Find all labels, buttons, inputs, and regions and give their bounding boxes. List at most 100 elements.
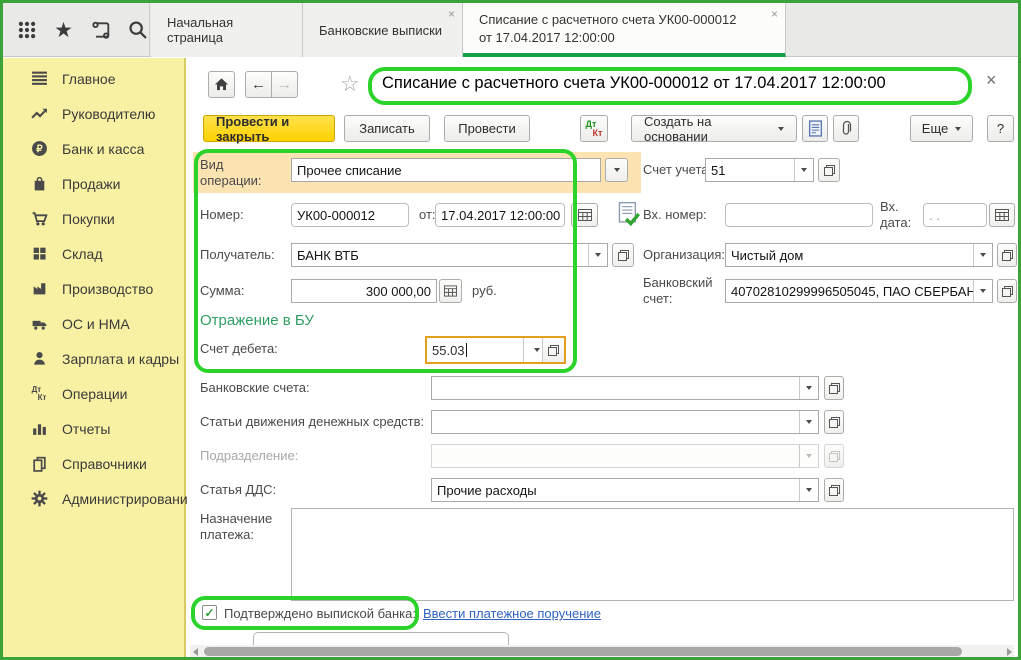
department-dropdown-button	[799, 445, 818, 467]
favorite-star-icon[interactable]: ☆	[340, 71, 360, 97]
sidebar-item-label: Зарплата и кадры	[62, 351, 179, 367]
save-button[interactable]: Записать	[344, 115, 430, 142]
horizontal-scrollbar[interactable]	[190, 645, 1014, 658]
home-icon	[214, 77, 229, 92]
paperclip-icon	[839, 120, 853, 137]
cash-flow-items-dropdown-button[interactable]	[799, 411, 818, 433]
sidebar-item-fixed-assets[interactable]: ОС и НМА	[3, 306, 184, 341]
sidebar-item-warehouse[interactable]: Склад	[3, 236, 184, 271]
cash-flow-items-label: Статьи движения денежных средств:	[200, 414, 424, 430]
number-input[interactable]: УК00-000012	[291, 203, 409, 227]
bank-accounts-dropdown-button[interactable]	[799, 377, 818, 399]
tab-close-icon[interactable]: ×	[448, 8, 455, 20]
help-button[interactable]: ?	[987, 115, 1014, 142]
account-combo[interactable]: 51	[705, 158, 814, 182]
incoming-number-input[interactable]	[725, 203, 873, 227]
show-postings-button[interactable]: ДтКт	[580, 115, 608, 142]
account-value: 51	[706, 159, 794, 181]
payment-purpose-textarea[interactable]	[291, 508, 1014, 601]
bank-account-combo[interactable]: 40702810299996505045, ПАО СБЕРБАНК	[725, 279, 993, 303]
organization-open-button[interactable]	[997, 243, 1017, 267]
attachments-button[interactable]	[833, 115, 859, 142]
scrollbar-track[interactable]	[200, 645, 1004, 658]
organization-combo[interactable]: Чистый дом	[725, 243, 993, 267]
scrollbar-thumb[interactable]	[204, 647, 962, 656]
forward-icon: →	[277, 76, 292, 93]
favorites-icon[interactable]: ★	[52, 18, 75, 42]
app-window: ★ Начальная страница Банковские выписки …	[0, 0, 1021, 660]
tab-label: Начальная страница	[167, 15, 286, 45]
tab-writeoff-document[interactable]: Списание с расчетного счета УК00-000012 …	[463, 3, 786, 57]
scroll-left-icon[interactable]	[190, 645, 200, 658]
sidebar-item-label: ОС и НМА	[62, 316, 130, 332]
tab-bar: Начальная страница Банковские выписки × …	[151, 3, 1018, 57]
bank-accounts-combo[interactable]	[431, 376, 819, 400]
open-icon	[829, 451, 840, 462]
sidebar-item-reports[interactable]: Отчеты	[3, 411, 184, 446]
incoming-date-input[interactable]: . .	[923, 203, 987, 227]
debit-account-combo[interactable]: 55.03	[425, 336, 566, 364]
bank-account-value: 40702810299996505045, ПАО СБЕРБАНК	[726, 280, 973, 302]
factory-icon	[30, 280, 48, 298]
forward-button[interactable]: →	[271, 71, 298, 98]
sidebar-item-label: Руководителю	[62, 106, 155, 122]
organization-dropdown-button[interactable]	[973, 244, 992, 266]
debit-account-open-button[interactable]	[542, 338, 564, 362]
apps-menu-icon[interactable]	[15, 18, 38, 42]
sidebar-item-manager[interactable]: Руководителю	[3, 96, 184, 131]
incoming-date-label: Вх.дата:	[880, 199, 920, 231]
search-icon[interactable]	[126, 18, 149, 42]
account-open-button[interactable]	[818, 158, 840, 182]
sidebar-item-sales[interactable]: Продажи	[3, 166, 184, 201]
more-button[interactable]: Еще	[910, 115, 973, 142]
posted-mark-icon	[616, 201, 641, 230]
amount-calculator-button[interactable]	[439, 279, 462, 303]
date-label: от:	[419, 207, 436, 223]
sidebar-item-directories[interactable]: Справочники	[3, 446, 184, 481]
confirmed-checkbox[interactable]: ✓	[202, 605, 217, 620]
tab-close-icon[interactable]: ×	[771, 8, 778, 20]
department-value	[432, 445, 799, 467]
document-icon	[808, 120, 823, 137]
operation-type-dropdown-button[interactable]	[605, 158, 628, 182]
partial-input[interactable]	[253, 632, 509, 645]
scroll-right-icon[interactable]	[1004, 645, 1014, 658]
history-icon[interactable]	[89, 18, 112, 42]
operation-type-input[interactable]: Прочее списание	[291, 158, 601, 182]
account-dropdown-button[interactable]	[794, 159, 813, 181]
sidebar-item-payroll-hr[interactable]: Зарплата и кадры	[3, 341, 184, 376]
tab-bank-statements[interactable]: Банковские выписки ×	[303, 3, 463, 57]
cash-flow-items-combo[interactable]	[431, 410, 819, 434]
post-button[interactable]: Провести	[444, 115, 530, 142]
home-button[interactable]	[208, 71, 235, 98]
sidebar-item-operations[interactable]: ДтКт Операции	[3, 376, 184, 411]
debit-account-dropdown-button[interactable]	[523, 338, 542, 362]
incoming-date-calendar-button[interactable]	[989, 203, 1015, 227]
sidebar-item-production[interactable]: Производство	[3, 271, 184, 306]
cash-flow-item-open-button[interactable]	[824, 478, 844, 502]
date-input[interactable]: 17.04.2017 12:00:00	[435, 203, 565, 227]
back-button[interactable]: ←	[245, 71, 272, 98]
date-calendar-button[interactable]	[571, 203, 598, 227]
enter-payment-order-link[interactable]: Ввести платежное поручение	[423, 606, 601, 621]
close-form-icon[interactable]: ×	[986, 70, 997, 91]
bank-account-open-button[interactable]	[997, 279, 1017, 303]
create-based-on-button[interactable]: Создать на основании	[631, 115, 797, 142]
sidebar-item-administration[interactable]: Администрирование	[3, 481, 184, 516]
sidebar-item-purchases[interactable]: Покупки	[3, 201, 184, 236]
sidebar-item-main[interactable]: Главное	[3, 61, 184, 96]
amount-input[interactable]: 300 000,00	[291, 279, 437, 303]
tab-home[interactable]: Начальная страница	[151, 3, 303, 57]
sidebar-item-bank-cash[interactable]: ₽ Банк и касса	[3, 131, 184, 166]
cash-flow-items-open-button[interactable]	[824, 410, 844, 434]
cash-flow-item-combo[interactable]: Прочие расходы	[431, 478, 819, 502]
post-and-close-button[interactable]: Провести и закрыть	[203, 115, 335, 142]
payee-combo[interactable]: БАНК ВТБ	[291, 243, 608, 267]
bank-accounts-value	[432, 377, 799, 399]
payee-dropdown-button[interactable]	[588, 244, 607, 266]
reports-doc-button[interactable]	[802, 115, 828, 142]
bank-accounts-open-button[interactable]	[824, 376, 844, 400]
payee-open-button[interactable]	[612, 243, 634, 267]
cash-flow-item-dropdown-button[interactable]	[799, 479, 818, 501]
bank-account-dropdown-button[interactable]	[973, 280, 992, 302]
